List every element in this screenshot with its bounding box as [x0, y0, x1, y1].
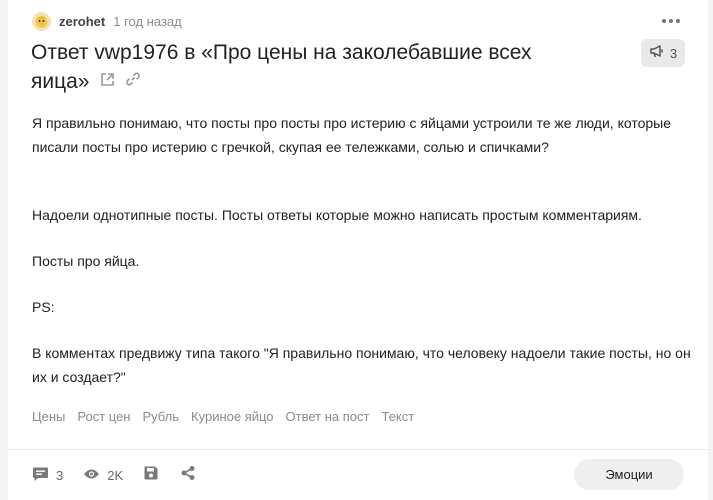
post-title[interactable]: Ответ vwp1976 в «Про цены на заколебавши… — [31, 38, 591, 96]
post-footer: 3 2K — [32, 463, 217, 487]
tag-link[interactable]: Рост цен — [77, 409, 130, 424]
tag-link[interactable]: Цены — [32, 409, 65, 424]
post-paragraph: Посты про яйца. — [32, 253, 140, 269]
eye-icon — [83, 468, 100, 483]
share-icon — [180, 465, 196, 486]
tag-link[interactable]: Куриное яйцо — [191, 409, 274, 424]
post-paragraph: В комментах предвижу типа такого "Я прав… — [32, 345, 691, 385]
megaphone-icon — [649, 44, 664, 63]
views-count: 2K — [107, 467, 124, 483]
tag-link[interactable]: Рубль — [142, 409, 179, 424]
save-icon — [143, 465, 159, 486]
share-button[interactable] — [180, 465, 196, 486]
link-icon[interactable] — [125, 66, 141, 95]
tag-link[interactable]: Текст — [381, 409, 414, 424]
post-time: 1 год назад — [113, 13, 182, 29]
footer-divider — [8, 449, 708, 450]
views-counter: 2K — [83, 468, 123, 483]
dots-horizontal-icon — [662, 19, 666, 23]
tag-link[interactable]: Ответ на пост — [286, 409, 370, 424]
comments-count: 3 — [56, 467, 64, 483]
save-button[interactable] — [143, 465, 159, 486]
emotions-button[interactable]: Эмоции — [574, 459, 684, 490]
post-paragraph: PS: — [32, 299, 55, 315]
more-options-button[interactable] — [662, 14, 680, 28]
comments-button[interactable]: 3 — [32, 466, 63, 485]
external-link-icon[interactable] — [100, 66, 115, 95]
post-card: zerohet 1 год назад Ответ vwp1976 в «Про… — [8, 0, 708, 500]
comment-icon — [32, 466, 49, 485]
post-header: zerohet 1 год назад — [32, 10, 182, 32]
post-paragraph: Я правильно понимаю, что посты про посты… — [32, 115, 672, 155]
author-name[interactable]: zerohet — [59, 14, 105, 29]
tag-list: Цены Рост цен Рубль Куриное яйцо Ответ н… — [32, 409, 414, 424]
comments-badge-count: 3 — [669, 45, 678, 61]
post-paragraph: Надоели однотипные посты. Посты ответы к… — [32, 207, 642, 223]
comments-badge-button[interactable]: 3 — [641, 39, 685, 67]
author-avatar[interactable] — [32, 11, 51, 31]
